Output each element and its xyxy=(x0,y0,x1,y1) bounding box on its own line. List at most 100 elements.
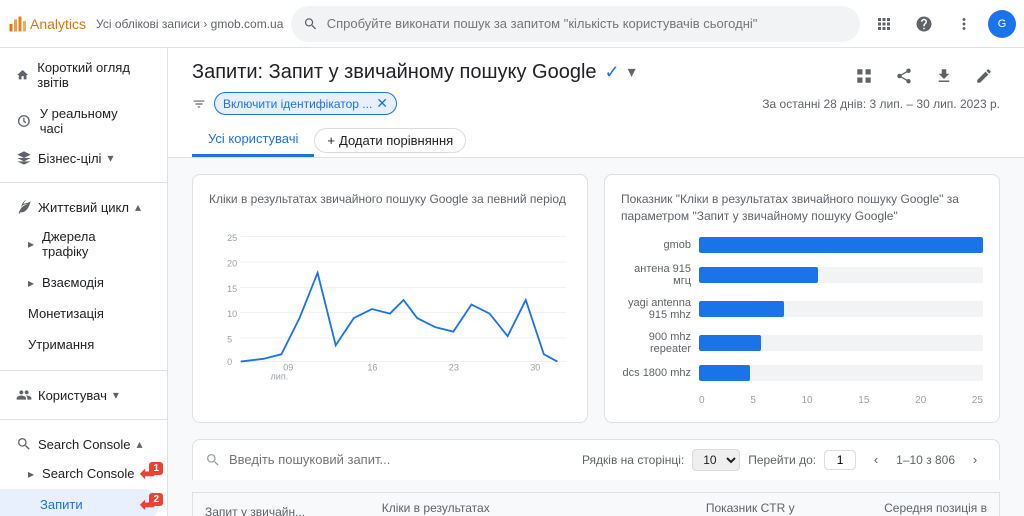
bar-track-1 xyxy=(699,237,983,253)
apps-icon xyxy=(875,15,893,33)
edit-button[interactable] xyxy=(968,60,1000,92)
content-area: Запити: Запит у звичайному пошуку Google… xyxy=(168,48,1024,516)
bar-label-2: антена 915 мгц xyxy=(621,263,691,287)
grid-view-icon xyxy=(855,67,873,85)
apps-button[interactable] xyxy=(868,8,900,40)
divider2 xyxy=(0,370,167,371)
filter-chip[interactable]: Включити ідентифікатор ... ✕ xyxy=(214,92,397,115)
bar-chart: gmob антена 915 мгц yagi a xyxy=(621,237,983,406)
share-icon xyxy=(895,67,913,85)
realtime-icon xyxy=(16,113,32,129)
home-icon xyxy=(16,67,29,83)
bar-track-2 xyxy=(699,267,983,283)
table-search-input[interactable] xyxy=(229,452,489,467)
sidebar: Короткий огляд звітів У реальному часі Б… xyxy=(0,48,168,516)
page-title: Запити: Запит у звичайному пошуку Google xyxy=(192,61,597,84)
line-chart: 25 20 15 10 5 0 xyxy=(209,220,571,380)
sidebar-group-business[interactable]: Бізнес-цілі ▾ xyxy=(0,144,167,172)
search-input[interactable] xyxy=(327,16,848,31)
svg-text:0: 0 xyxy=(227,357,232,367)
svg-text:15: 15 xyxy=(227,284,237,294)
badge-2: 2 xyxy=(149,493,163,506)
export-icon xyxy=(935,67,953,85)
share-button[interactable] xyxy=(888,60,920,92)
subtitle-row: Включити ідентифікатор ... ✕ За останні … xyxy=(192,92,1000,115)
col-header-impressions: Покази у звичайному пошуку Google xyxy=(502,492,647,516)
edit-icon xyxy=(975,67,993,85)
sidebar-item-monetization[interactable]: Монетизація xyxy=(0,298,159,329)
bar-chart-title: Показник "Кліки в результатах звичайного… xyxy=(621,191,983,225)
main-layout: Короткий огляд звітів У реальному часі Б… xyxy=(0,48,1024,516)
bar-row-1: gmob xyxy=(621,237,983,253)
axis-20: 20 xyxy=(915,395,926,406)
filter-close-icon[interactable]: ✕ xyxy=(376,95,388,112)
axis-25: 25 xyxy=(972,395,983,406)
axis-5: 5 xyxy=(750,395,756,406)
data-table: Запит у звичайн... пошуку Google ↓ ＋ Клі… xyxy=(192,492,1000,516)
bar-track-5 xyxy=(699,365,983,381)
svg-text:10: 10 xyxy=(227,309,237,319)
header-actions xyxy=(848,60,1000,92)
add-compare-button[interactable]: + Додати порівняння xyxy=(314,128,466,153)
analytics-logo: Analytics xyxy=(8,15,88,33)
line-chart-svg: 25 20 15 10 5 0 xyxy=(209,220,571,380)
sidebar-item-traffic[interactable]: ▸ Джерела трафіку xyxy=(0,221,159,267)
sidebar-item-search-console[interactable]: ▸ Search Console ⬅ 1 xyxy=(0,458,159,489)
grid-view-button[interactable] xyxy=(848,60,880,92)
col-header-ctr: Показник CTR у звичайному пошуку Google xyxy=(646,492,806,516)
col-header-clicks: Кліки в результатах звичайного пошуку Go… xyxy=(335,492,502,516)
bar-track-4 xyxy=(699,335,983,351)
page-number-input[interactable] xyxy=(824,450,856,470)
tab-row: Усі користувачі + Додати порівняння xyxy=(192,123,1000,157)
title-dropdown-icon[interactable]: ▾ xyxy=(628,62,636,82)
table-header-row: Запит у звичайн... пошуку Google ↓ ＋ Клі… xyxy=(193,492,1000,516)
business-icon xyxy=(16,150,32,166)
chevron-down2-icon: ▾ xyxy=(113,388,119,402)
bar-fill-2 xyxy=(699,267,818,283)
search-console-group-icon xyxy=(16,436,32,452)
bar-row-5: dcs 1800 mhz xyxy=(621,365,983,381)
tab-all-users[interactable]: Усі користувачі xyxy=(192,123,314,157)
sidebar-item-retention[interactable]: Утримання xyxy=(0,329,159,360)
badge-1: 1 xyxy=(149,462,163,475)
bar-fill-4 xyxy=(699,335,761,351)
col-header-query: Запит у звичайн... пошуку Google ↓ ＋ xyxy=(193,492,335,516)
filter-icon xyxy=(192,97,206,111)
sidebar-group-users[interactable]: Користувач ▾ xyxy=(0,381,167,409)
svg-text:30: 30 xyxy=(530,362,540,372)
search-bar[interactable] xyxy=(291,6,860,42)
title-row: Запити: Запит у звичайному пошуку Google… xyxy=(192,61,636,84)
svg-text:20: 20 xyxy=(227,258,237,268)
axis-10: 10 xyxy=(801,395,812,406)
bar-row-2: антена 915 мгц xyxy=(621,263,983,287)
prev-page-button[interactable]: ‹ xyxy=(864,448,888,472)
sidebar-group-search-console[interactable]: Search Console ▴ xyxy=(0,430,167,458)
sidebar-item-queries[interactable]: Запити ⬅ 2 xyxy=(0,489,159,516)
chevron-up-icon: ▴ xyxy=(135,200,141,214)
avatar[interactable]: G xyxy=(988,10,1016,38)
export-button[interactable] xyxy=(928,60,960,92)
users-icon xyxy=(16,387,32,403)
bar-label-1: gmob xyxy=(621,239,691,251)
pagination-range: 1–10 з 806 xyxy=(896,453,955,467)
next-page-button[interactable]: › xyxy=(963,448,987,472)
sidebar-group-lifecycle[interactable]: Життєвий цикл ▴ xyxy=(0,193,167,221)
sidebar-item-realtime[interactable]: У реальному часі xyxy=(0,98,159,144)
sidebar-item-overview[interactable]: Короткий огляд звітів xyxy=(0,52,159,98)
chevron-up2-icon: ▴ xyxy=(137,437,143,451)
bar-fill-1 xyxy=(699,237,983,253)
line-chart-title: Кліки в результатах звичайного пошуку Go… xyxy=(209,191,571,208)
svg-text:25: 25 xyxy=(227,233,237,243)
analytics-logo-icon xyxy=(8,15,26,33)
bar-label-4: 900 mhz repeater xyxy=(621,331,691,355)
divider3 xyxy=(0,419,167,420)
line-chart-container: Кліки в результатах звичайного пошуку Go… xyxy=(192,174,588,423)
help-button[interactable] xyxy=(908,8,940,40)
content-header: Запити: Запит у звичайному пошуку Google… xyxy=(168,48,1024,158)
search-icon xyxy=(303,16,318,32)
more-button[interactable] xyxy=(948,8,980,40)
sidebar-item-interactions[interactable]: ▸ Взаємодія xyxy=(0,267,159,298)
table-meta: Рядків на сторінці: 10 25 50 Перейти до:… xyxy=(582,448,987,472)
per-page-select[interactable]: 10 25 50 xyxy=(692,449,740,471)
axis-0: 0 xyxy=(699,395,705,406)
